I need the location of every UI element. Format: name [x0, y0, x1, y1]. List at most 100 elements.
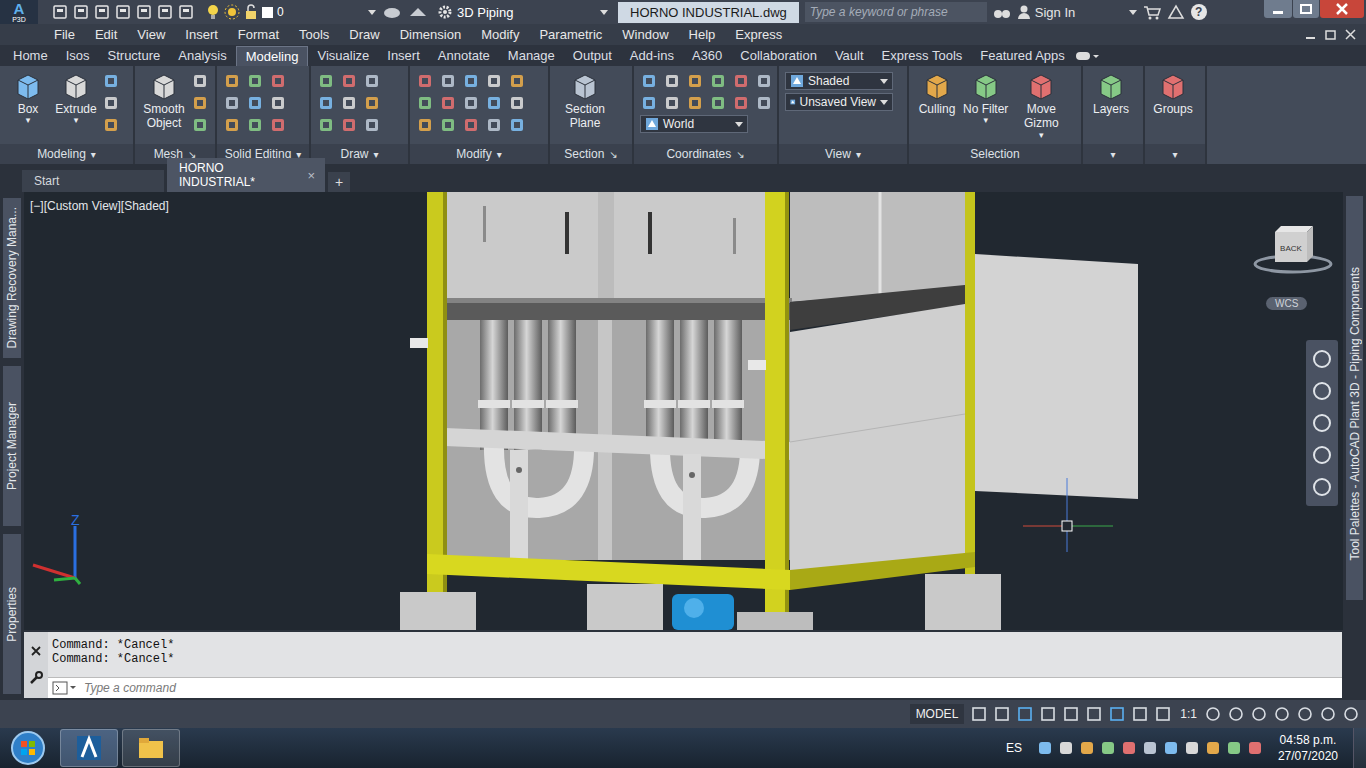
small-tool-icon[interactable] [317, 94, 335, 112]
small-tool-icon[interactable] [102, 94, 120, 112]
command-line[interactable]: Type a command [48, 677, 1342, 698]
app-logo[interactable]: A P3D [0, 0, 38, 24]
viewport-controls[interactable]: [−][Custom View][Shaded] [30, 199, 169, 213]
panel-title[interactable]: Modeling ▾ [0, 144, 133, 164]
status-toggle-icon[interactable] [1084, 705, 1106, 723]
ribbon-large-button[interactable]: Box ▾ [6, 70, 50, 144]
small-tool-icon[interactable] [709, 72, 727, 90]
help-button[interactable]: ? [1191, 4, 1207, 20]
small-tool-icon[interactable] [755, 72, 773, 90]
tray-icon[interactable] [1100, 740, 1116, 756]
ribbon-tab[interactable]: Analysis [169, 46, 235, 65]
ribbon-large-button[interactable]: Culling [915, 70, 959, 144]
panel-title[interactable]: Section ↘ [550, 144, 632, 164]
ribbon-toggle-icon[interactable] [1074, 49, 1100, 63]
status-toggle-icon[interactable] [1038, 705, 1060, 723]
small-tool-icon[interactable] [462, 116, 480, 134]
small-tool-icon[interactable] [686, 72, 704, 90]
autodesk-icon[interactable] [1167, 4, 1185, 20]
tray-icon[interactable] [1226, 740, 1242, 756]
start-button-icon[interactable] [8, 728, 48, 768]
small-tool-icon[interactable] [686, 94, 704, 112]
document-tab[interactable]: HORNO INDUSTRIAL* × [167, 158, 325, 192]
tray-icon[interactable] [1079, 740, 1095, 756]
menu-item[interactable]: Tools [289, 27, 339, 42]
menu-item[interactable]: Edit [85, 27, 127, 42]
palette-tab[interactable]: Properties [3, 534, 21, 694]
small-tool-icon[interactable] [363, 116, 381, 134]
panel-title[interactable]: ▾ [1145, 144, 1205, 164]
ribbon-large-button[interactable]: Groups [1151, 70, 1195, 144]
model-viewport[interactable]: Z [−][Custom View][Shaded] BACK WCS [24, 192, 1343, 630]
status-tool-icon[interactable] [1202, 705, 1224, 723]
layer-tool-icon[interactable] [408, 4, 428, 20]
clock[interactable]: 04:58 p.m. 27/07/2020 [1268, 732, 1348, 764]
status-tool-icon[interactable] [1340, 705, 1362, 723]
navigation-tool-icon[interactable] [1311, 348, 1333, 370]
status-toggle-icon[interactable] [1130, 705, 1152, 723]
small-tool-icon[interactable] [439, 72, 457, 90]
model-space-button[interactable]: MODEL [910, 704, 965, 724]
panel-title[interactable]: View ▾ [779, 144, 907, 164]
small-tool-icon[interactable] [223, 94, 241, 112]
taskbar-app[interactable] [122, 729, 180, 767]
status-tool-icon[interactable] [1271, 705, 1293, 723]
ribbon-tab[interactable]: Insert [378, 46, 429, 65]
ribbon-tab[interactable]: Annotate [429, 46, 499, 65]
status-tool-icon[interactable] [1248, 705, 1270, 723]
menu-item[interactable]: Window [612, 27, 678, 42]
status-toggle-icon[interactable] [969, 705, 991, 723]
small-tool-icon[interactable] [485, 116, 503, 134]
layer-tool-icon[interactable] [382, 4, 402, 20]
small-tool-icon[interactable] [269, 72, 287, 90]
tray-icon[interactable] [1037, 740, 1053, 756]
restore-icon[interactable] [1322, 28, 1340, 42]
close-icon[interactable] [30, 645, 42, 657]
small-tool-icon[interactable] [363, 94, 381, 112]
tray-icon[interactable] [1163, 740, 1179, 756]
menu-item[interactable]: Format [228, 27, 289, 42]
tray-icon[interactable] [1205, 740, 1221, 756]
small-tool-icon[interactable] [102, 72, 120, 90]
quick-access-icon[interactable] [115, 4, 131, 20]
ribbon-large-button[interactable]: Extrude ▾ [54, 70, 98, 144]
workspace-dropdown[interactable]: 3D Piping [434, 3, 612, 22]
ribbon-tab[interactable]: Collaboration [731, 46, 826, 65]
small-tool-icon[interactable] [223, 116, 241, 134]
small-tool-icon[interactable] [191, 72, 209, 90]
small-tool-icon[interactable] [755, 94, 773, 112]
status-toggle-icon[interactable] [1015, 705, 1037, 723]
small-tool-icon[interactable] [439, 94, 457, 112]
ribbon-dropdown[interactable]: Shaded [785, 72, 893, 90]
status-tool-icon[interactable] [1317, 705, 1339, 723]
navigation-tool-icon[interactable] [1311, 476, 1333, 498]
ribbon-large-button[interactable]: Section Plane [556, 70, 614, 144]
ribbon-large-button[interactable]: Smooth Object [141, 70, 187, 144]
menu-item[interactable]: Insert [175, 27, 228, 42]
menu-item[interactable]: File [44, 27, 85, 42]
language-indicator[interactable]: ES [1006, 741, 1022, 755]
small-tool-icon[interactable] [102, 116, 120, 134]
small-tool-icon[interactable] [340, 116, 358, 134]
quick-access-icon[interactable] [94, 4, 110, 20]
wcs-menu[interactable]: WCS [1266, 297, 1307, 310]
small-tool-icon[interactable] [363, 72, 381, 90]
menu-item[interactable]: View [127, 27, 175, 42]
small-tool-icon[interactable] [508, 72, 526, 90]
annotation-scale[interactable]: 1:1 [1176, 707, 1201, 721]
ribbon-large-button[interactable]: Move Gizmo ▾ [1012, 70, 1070, 144]
panel-title[interactable]: Coordinates ↘ [634, 144, 777, 164]
document-tab[interactable]: Start [22, 170, 164, 192]
tray-icon[interactable] [1121, 740, 1137, 756]
tray-icon[interactable] [1142, 740, 1158, 756]
small-tool-icon[interactable] [439, 116, 457, 134]
palette-tab[interactable]: Drawing Recovery Mana... [3, 198, 21, 358]
ribbon-tab[interactable]: Vault [826, 46, 873, 65]
restore-icon[interactable] [1293, 0, 1319, 18]
palette-tab[interactable]: Tool Palettes - AutoCAD Plant 3D - Pipin… [1346, 196, 1363, 600]
navigation-tool-icon[interactable] [1311, 412, 1333, 434]
status-toggle-icon[interactable] [1061, 705, 1083, 723]
ribbon-tab[interactable]: Manage [499, 46, 564, 65]
tray-icon[interactable] [1058, 740, 1074, 756]
status-toggle-icon[interactable] [1107, 705, 1129, 723]
